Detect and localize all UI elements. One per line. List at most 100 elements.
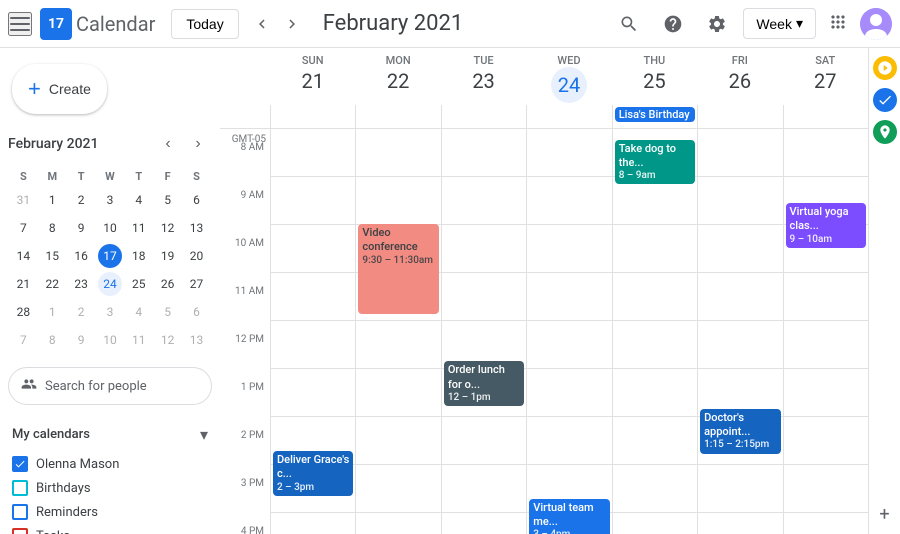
- day-number[interactable]: 23: [441, 67, 526, 95]
- mini-cal-day[interactable]: 9: [69, 216, 93, 240]
- time-slot-label: 8 AM: [220, 142, 270, 190]
- right-icon-yellow[interactable]: [873, 56, 897, 80]
- right-icon-blue[interactable]: [873, 88, 897, 112]
- mini-cal-day[interactable]: 14: [11, 244, 35, 268]
- mini-cal-day[interactable]: 13: [185, 216, 209, 240]
- user-avatar[interactable]: [860, 8, 892, 40]
- hour-line: [442, 225, 526, 273]
- logo-icon: 17: [40, 8, 72, 40]
- mini-cal-day[interactable]: 1: [40, 188, 64, 212]
- next-week-button[interactable]: [277, 9, 307, 39]
- day-number[interactable]: 25: [612, 67, 697, 95]
- calendar-event[interactable]: Virtual yoga clas...9 – 10am: [786, 203, 866, 248]
- hour-line: [784, 273, 868, 321]
- search-button[interactable]: [611, 6, 647, 42]
- today-button[interactable]: Today: [171, 9, 238, 39]
- mini-cal-day[interactable]: 2: [69, 300, 93, 324]
- hour-line: [527, 273, 611, 321]
- view-selector[interactable]: Week ▾: [743, 8, 816, 39]
- mini-cal-day[interactable]: 31: [11, 188, 35, 212]
- calendar-checkbox: [12, 480, 28, 496]
- mini-cal-day[interactable]: 7: [11, 328, 35, 352]
- prev-week-button[interactable]: [247, 9, 277, 39]
- mini-cal-day[interactable]: 19: [156, 244, 180, 268]
- mini-cal-day[interactable]: 25: [127, 272, 151, 296]
- time-slot-label: 2 PM: [220, 430, 270, 478]
- my-calendars-section: My calendars ▾ Olenna Mason Birthdays Remi…: [0, 417, 220, 534]
- help-button[interactable]: [655, 6, 691, 42]
- mini-cal-day[interactable]: 10: [98, 216, 122, 240]
- calendar-event[interactable]: Virtual team me...3 – 4pm: [529, 499, 609, 534]
- calendar-item[interactable]: Reminders: [8, 500, 212, 524]
- grid-columns: Deliver Grace's c...2 – 3pm Video confere…: [270, 129, 868, 534]
- all-day-cell: [783, 105, 868, 128]
- menu-button[interactable]: [8, 12, 32, 36]
- mini-cal-day[interactable]: 13: [185, 328, 209, 352]
- mini-cal-day[interactable]: 6: [185, 300, 209, 324]
- mini-cal-day[interactable]: 5: [156, 188, 180, 212]
- calendar-event[interactable]: Doctor's appoint...1:15 – 2:15pm: [700, 409, 780, 454]
- mini-cal-day[interactable]: 8: [40, 216, 64, 240]
- apps-button[interactable]: [824, 8, 852, 39]
- mini-cal-day[interactable]: 4: [127, 300, 151, 324]
- mini-cal-day[interactable]: 2: [69, 188, 93, 212]
- mini-cal-day[interactable]: 11: [127, 328, 151, 352]
- mini-cal-day[interactable]: 5: [156, 300, 180, 324]
- mini-cal-day[interactable]: 7: [11, 216, 35, 240]
- mini-cal-day[interactable]: 18: [127, 244, 151, 268]
- mini-cal-day[interactable]: 1: [40, 300, 64, 324]
- calendar-label: Birthdays: [36, 481, 91, 496]
- mini-cal-day[interactable]: 12: [156, 328, 180, 352]
- mini-cal-prev[interactable]: ‹: [154, 130, 182, 158]
- calendar-item[interactable]: Birthdays: [8, 476, 212, 500]
- hour-line: [527, 177, 611, 225]
- mini-cal-next[interactable]: ›: [184, 130, 212, 158]
- mini-cal-day[interactable]: 8: [40, 328, 64, 352]
- mini-cal-day[interactable]: 28: [11, 300, 35, 324]
- create-button[interactable]: + Create: [12, 64, 107, 114]
- mini-cal-day[interactable]: 11: [127, 216, 151, 240]
- mini-cal-day[interactable]: 15: [40, 244, 64, 268]
- day-number[interactable]: 21: [270, 67, 355, 95]
- week-title: February 2021: [323, 11, 596, 36]
- mini-cal-day[interactable]: 27: [185, 272, 209, 296]
- mini-cal-day[interactable]: 3: [98, 300, 122, 324]
- hour-line: [356, 321, 440, 369]
- day-number[interactable]: 22: [355, 67, 440, 95]
- mini-cal-day[interactable]: 12: [156, 216, 180, 240]
- day-number[interactable]: 26: [697, 67, 782, 95]
- all-day-event[interactable]: Lisa's Birthday: [615, 107, 695, 122]
- calendar-event[interactable]: Order lunch for o...12 – 1pm: [444, 361, 524, 406]
- mini-cal-day[interactable]: 3: [98, 188, 122, 212]
- calendar-event[interactable]: Deliver Grace's c...2 – 3pm: [273, 451, 353, 496]
- calendar-event[interactable]: Video conference9:30 – 11:30am: [358, 224, 438, 314]
- mini-cal-day[interactable]: 9: [69, 328, 93, 352]
- mini-cal-day[interactable]: 20: [185, 244, 209, 268]
- time-slot-label: 10 AM: [220, 238, 270, 286]
- mini-cal-day[interactable]: 16: [69, 244, 93, 268]
- mini-calendar: February 2021 ‹ › SMTWTFS 31123456789101…: [0, 130, 220, 355]
- search-people[interactable]: Search for people: [8, 367, 212, 405]
- settings-button[interactable]: [699, 6, 735, 42]
- calendar-item[interactable]: Tasks: [8, 524, 212, 534]
- mini-cal-day[interactable]: 6: [185, 188, 209, 212]
- mini-cal-day[interactable]: 4: [127, 188, 151, 212]
- mini-cal-day[interactable]: 22: [40, 272, 64, 296]
- mini-cal-day[interactable]: 26: [156, 272, 180, 296]
- calendar-label: Tasks: [36, 529, 70, 534]
- mini-cal-day[interactable]: 17: [98, 244, 122, 268]
- day-header: SUN21: [270, 48, 355, 105]
- day-column: Video conference9:30 – 11:30am: [355, 129, 440, 534]
- right-icon-green[interactable]: [873, 120, 897, 144]
- my-calendars-header[interactable]: My calendars ▾: [8, 417, 212, 452]
- right-add-button[interactable]: +: [873, 502, 897, 526]
- mini-cal-day[interactable]: 24: [98, 272, 122, 296]
- mini-cal-day[interactable]: 23: [69, 272, 93, 296]
- time-slot-label: 1 PM: [220, 382, 270, 430]
- calendar-event[interactable]: Take dog to the...8 – 9am: [615, 140, 695, 185]
- day-number[interactable]: 27: [783, 67, 868, 95]
- day-number[interactable]: 24: [551, 67, 587, 103]
- mini-cal-day[interactable]: 10: [98, 328, 122, 352]
- calendar-item[interactable]: Olenna Mason: [8, 452, 212, 476]
- mini-cal-day[interactable]: 21: [11, 272, 35, 296]
